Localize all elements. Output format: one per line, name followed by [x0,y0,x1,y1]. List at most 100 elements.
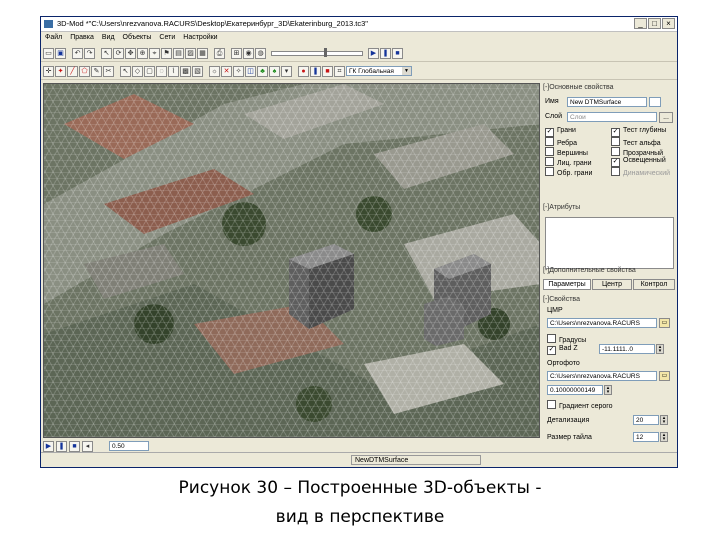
stop-icon[interactable]: ■ [392,47,403,59]
record-icon[interactable]: ● [298,65,309,77]
tool-line-icon[interactable]: ╱ [67,65,78,77]
lit-checkbox[interactable]: ✓ [611,158,620,167]
check-alpha-test[interactable]: Тест альфа [611,137,661,147]
main-props-header[interactable]: [-]Основные свойства [543,83,676,93]
menu-settings[interactable]: Настройки [183,32,217,43]
coord-system-combo[interactable]: ГК Глобальная ▼ [346,66,412,76]
tab-parameters[interactable]: Параметры [543,279,591,290]
gradient-checkbox[interactable] [547,334,556,343]
pause-icon[interactable]: ❚ [380,47,391,59]
globe-icon[interactable]: ◍ [255,47,266,59]
menu-file[interactable]: Файл [45,32,62,43]
detail-input[interactable]: 20 [633,415,659,425]
zoom-icon[interactable]: ⊕ [137,47,148,59]
open-folder-icon[interactable]: ▭ [43,47,54,59]
layer-icon[interactable]: ▤ [173,47,184,59]
check-transparent[interactable]: Прозрачный [611,147,663,157]
dem-path-input[interactable]: C:\Users\nrezvanova.RACURS [547,318,657,328]
badz-spinner[interactable]: ▴ ▾ [656,344,664,354]
check-back-faces[interactable]: Обр. грани [545,167,592,177]
tile-input[interactable]: 12 [633,432,659,442]
stop-icon-bottom[interactable]: ■ [69,440,80,452]
arrow-down-icon[interactable]: ▾ [281,65,292,77]
attributes-box[interactable] [545,217,674,269]
chevron-down-icon[interactable]: ▼ [402,67,411,75]
light-icon[interactable]: ☼ [209,65,220,77]
select-icon[interactable]: ↖ [101,47,112,59]
menu-edit[interactable]: Правка [70,32,94,43]
alpha-test-checkbox[interactable] [611,137,620,146]
3d-viewport[interactable] [43,83,540,438]
ortho-spinner[interactable]: ▴ ▾ [604,385,612,395]
coord-system-icon[interactable]: ⌗ [334,65,345,77]
check-gray-gradient[interactable]: Градиент серого [547,400,613,410]
prev-icon[interactable]: ◂ [82,440,93,452]
grid-icon[interactable]: ▦ [197,47,208,59]
check-faces[interactable]: ✓ Грани [545,127,576,137]
speed-input[interactable]: 0.50 [109,441,149,451]
ortho-value-input[interactable]: 0.10000000149 [547,385,603,395]
back-faces-checkbox[interactable] [545,167,554,176]
lasso-icon[interactable]: ◌ [156,65,167,77]
tool-poly-icon[interactable]: ⬠ [79,65,90,77]
minimize-button[interactable]: _ [634,18,647,29]
pause2-icon[interactable]: ❚ [310,65,321,77]
box-select-icon[interactable]: ▢ [144,65,155,77]
tool-point-icon[interactable]: ✦ [55,65,66,77]
cube-icon[interactable]: ◫ [245,65,256,77]
image-icon[interactable]: ▨ [185,47,196,59]
menu-view[interactable]: Вид [102,32,115,43]
extra-props-header[interactable]: [-]Дополнительные свойства [543,266,676,276]
redo-icon[interactable]: ↷ [84,47,95,59]
badz-input[interactable]: -11.1111..0 [599,344,655,354]
tool-cut-icon[interactable]: ✂ [103,65,114,77]
check-badz[interactable]: ✓ Bad Z [547,345,578,355]
wand-icon[interactable]: ✧ [233,65,244,77]
color-swatch[interactable] [649,97,661,107]
detail-spinner[interactable]: ▴ ▾ [660,415,668,425]
pan-icon[interactable]: ✥ [125,47,136,59]
check-gradient[interactable]: Градусы [547,334,586,344]
depth-test-checkbox[interactable]: ✓ [611,128,620,137]
maximize-button[interactable]: □ [648,18,661,29]
snapshot-icon[interactable]: ⎙ [214,47,225,59]
layer-select[interactable]: Слои [567,112,657,122]
props-header[interactable]: [-]Свойства [543,295,676,305]
slider-knob[interactable] [324,47,327,57]
undo-icon[interactable]: ↶ [72,47,83,59]
dynamic-checkbox[interactable] [611,167,620,176]
time-slider[interactable] [271,47,363,57]
transparent-checkbox[interactable] [611,147,620,156]
tree-icon[interactable]: ♣ [257,65,268,77]
ortho-path-input[interactable]: C:\Users\nrezvanova.RACURS [547,371,657,381]
check-edges[interactable]: Ребра [545,137,577,147]
faces-checkbox[interactable]: ✓ [545,128,554,137]
vertices-checkbox[interactable] [545,147,554,156]
table-icon[interactable]: ⊞ [231,47,242,59]
play-icon[interactable]: ▶ [368,47,379,59]
vertex-icon[interactable]: ◇ [132,65,143,77]
shrub-icon[interactable]: ♠ [269,65,280,77]
flag-icon[interactable]: ⚑ [161,47,172,59]
menu-objects[interactable]: Объекты [123,32,152,43]
tile-spinner[interactable]: ▴ ▾ [660,432,668,442]
rotate-icon[interactable]: ⟳ [113,47,124,59]
pointer-icon[interactable]: ↖ [120,65,131,77]
badz-checkbox[interactable]: ✓ [547,346,556,355]
tab-center[interactable]: Центр [592,279,632,290]
measure-icon[interactable]: ⌖ [149,47,160,59]
stop2-icon[interactable]: ■ [322,65,333,77]
name-input[interactable]: New DTMSurface [567,97,647,107]
edges-checkbox[interactable] [545,137,554,146]
attributes-header[interactable]: [-]Атрибуты [543,203,676,213]
tool-move-icon[interactable]: ✛ [43,65,54,77]
camera-icon[interactable]: ◉ [243,47,254,59]
cross-icon[interactable]: ✕ [221,65,232,77]
layer-browse-button[interactable]: ... [659,112,673,123]
check-lit[interactable]: ✓ Освещенный [611,157,666,167]
dem-folder-icon[interactable]: ▭ [659,318,670,328]
tool-edit-icon[interactable]: ✎ [91,65,102,77]
gray-gradient-checkbox[interactable] [547,400,556,409]
texture-icon[interactable]: ▧ [192,65,203,77]
check-front-faces[interactable]: Лиц. грани [545,157,592,167]
